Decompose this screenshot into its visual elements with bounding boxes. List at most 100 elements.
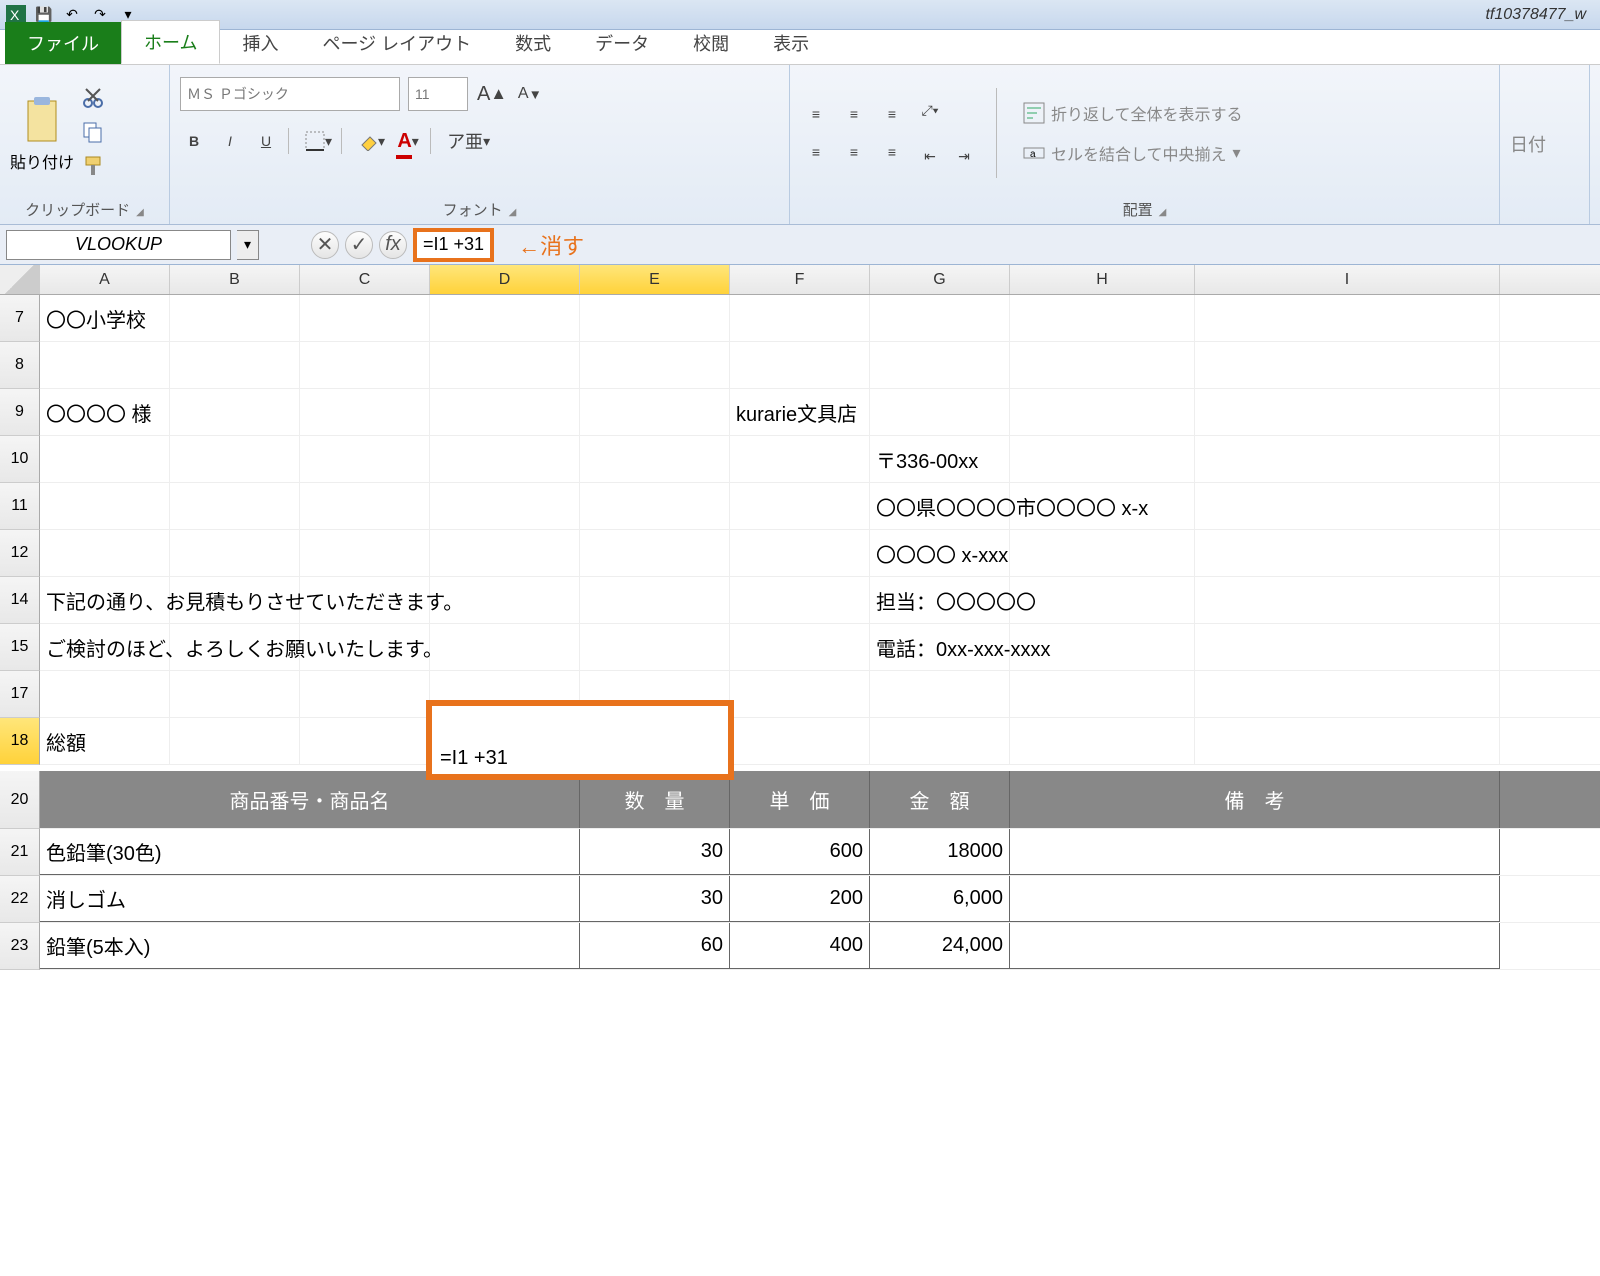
cell[interactable] bbox=[170, 436, 300, 482]
cell[interactable] bbox=[580, 577, 730, 623]
enter-formula-icon[interactable]: ✓ bbox=[345, 231, 373, 259]
cell[interactable]: 〇〇〇〇 x-xxx bbox=[870, 530, 1010, 576]
clipboard-dialog-launcher-icon[interactable]: ◢ bbox=[136, 207, 144, 218]
cell[interactable] bbox=[170, 483, 300, 529]
cell[interactable] bbox=[730, 624, 870, 670]
cell[interactable] bbox=[170, 342, 300, 388]
number-format-hint[interactable]: 日付 bbox=[1510, 71, 1579, 216]
cell[interactable]: 下記の通り、お見積もりさせていただきます。 bbox=[40, 577, 170, 623]
table-cell[interactable]: 6,000 bbox=[870, 876, 1010, 922]
cell[interactable] bbox=[1195, 530, 1500, 576]
tab-review[interactable]: 校閲 bbox=[671, 22, 751, 64]
font-dialog-launcher-icon[interactable]: ◢ bbox=[509, 207, 517, 218]
cell[interactable]: 担当：〇〇〇〇〇 bbox=[870, 577, 1010, 623]
table-cell[interactable] bbox=[1010, 923, 1500, 969]
cell[interactable] bbox=[580, 436, 730, 482]
font-name-combo[interactable]: ＭＳ Ｐゴシック bbox=[180, 77, 400, 111]
cell[interactable] bbox=[430, 483, 580, 529]
cell[interactable] bbox=[430, 295, 580, 341]
cancel-formula-icon[interactable]: ✕ bbox=[311, 231, 339, 259]
col-header-D[interactable]: D bbox=[430, 265, 580, 294]
bold-button[interactable]: B bbox=[180, 125, 208, 157]
table-cell[interactable]: 24,000 bbox=[870, 923, 1010, 969]
row-header[interactable]: 9 bbox=[0, 389, 40, 436]
cell[interactable] bbox=[580, 342, 730, 388]
cell[interactable] bbox=[300, 342, 430, 388]
cell[interactable] bbox=[580, 624, 730, 670]
cell[interactable] bbox=[730, 295, 870, 341]
merge-center-button[interactable]: a セルを結合して中央揃え▾ bbox=[1015, 137, 1251, 169]
table-cell[interactable]: 200 bbox=[730, 876, 870, 922]
cell[interactable] bbox=[1010, 389, 1195, 435]
align-top-icon[interactable]: ≡ bbox=[800, 98, 832, 130]
cell[interactable] bbox=[1195, 436, 1500, 482]
row-header[interactable]: 14 bbox=[0, 577, 40, 624]
cell[interactable] bbox=[430, 530, 580, 576]
cell[interactable] bbox=[1010, 718, 1195, 764]
fill-color-icon[interactable]: ▾ bbox=[357, 125, 386, 157]
table-cell[interactable]: 消しゴム bbox=[40, 876, 580, 922]
tab-home[interactable]: ホーム bbox=[121, 20, 220, 64]
table-header-cell[interactable]: 単 価 bbox=[730, 771, 870, 828]
cell[interactable] bbox=[300, 295, 430, 341]
cell[interactable] bbox=[1010, 530, 1195, 576]
cell[interactable] bbox=[40, 436, 170, 482]
phonetic-icon[interactable]: ア亜▾ bbox=[446, 125, 491, 157]
cell[interactable] bbox=[170, 295, 300, 341]
cell[interactable] bbox=[40, 671, 170, 717]
cell[interactable] bbox=[40, 342, 170, 388]
align-center-icon[interactable]: ≡ bbox=[838, 136, 870, 168]
row-header[interactable]: 7 bbox=[0, 295, 40, 342]
tab-file[interactable]: ファイル bbox=[5, 22, 121, 64]
cell[interactable] bbox=[870, 389, 1010, 435]
cell[interactable] bbox=[730, 342, 870, 388]
alignment-dialog-launcher-icon[interactable]: ◢ bbox=[1159, 207, 1167, 218]
cell[interactable] bbox=[170, 389, 300, 435]
table-header-cell[interactable]: 備 考 bbox=[1010, 771, 1500, 828]
cell[interactable]: 〇〇小学校 bbox=[40, 295, 170, 341]
col-header-C[interactable]: C bbox=[300, 265, 430, 294]
cell[interactable] bbox=[300, 671, 430, 717]
cell[interactable] bbox=[430, 624, 580, 670]
select-all-corner[interactable] bbox=[0, 265, 40, 294]
cell[interactable] bbox=[430, 389, 580, 435]
name-box-dropdown-icon[interactable]: ▾ bbox=[237, 230, 259, 260]
col-header-H[interactable]: H bbox=[1010, 265, 1195, 294]
name-box[interactable]: VLOOKUP bbox=[6, 230, 231, 260]
cell[interactable] bbox=[300, 483, 430, 529]
col-header-G[interactable]: G bbox=[870, 265, 1010, 294]
table-cell[interactable]: 600 bbox=[730, 829, 870, 875]
cell[interactable] bbox=[430, 436, 580, 482]
row-header[interactable]: 10 bbox=[0, 436, 40, 483]
cell[interactable] bbox=[1010, 295, 1195, 341]
table-cell[interactable]: 60 bbox=[580, 923, 730, 969]
active-cell-highlight[interactable]: =I1 +31 bbox=[426, 700, 734, 780]
decrease-font-icon[interactable]: A▼ bbox=[516, 78, 544, 110]
cell[interactable] bbox=[300, 718, 430, 764]
table-cell[interactable]: 18000 bbox=[870, 829, 1010, 875]
tab-data[interactable]: データ bbox=[573, 22, 671, 64]
increase-indent-icon[interactable]: ⇥ bbox=[950, 140, 978, 172]
cell[interactable] bbox=[1195, 389, 1500, 435]
cell[interactable]: 〒336-00xx bbox=[870, 436, 1010, 482]
cell[interactable]: 電話：0xx-xxx-xxxx bbox=[870, 624, 1010, 670]
col-header-F[interactable]: F bbox=[730, 265, 870, 294]
col-header-E[interactable]: E bbox=[580, 265, 730, 294]
cell[interactable] bbox=[170, 530, 300, 576]
cell[interactable] bbox=[430, 342, 580, 388]
cell[interactable]: kurarie文具店 bbox=[730, 389, 870, 435]
border-icon[interactable]: ▾ bbox=[304, 125, 333, 157]
cell[interactable] bbox=[870, 342, 1010, 388]
cell[interactable] bbox=[870, 295, 1010, 341]
table-cell[interactable]: 30 bbox=[580, 876, 730, 922]
row-header[interactable]: 22 bbox=[0, 876, 40, 923]
col-header-B[interactable]: B bbox=[170, 265, 300, 294]
cell[interactable]: 総額 bbox=[40, 718, 170, 764]
cell[interactable] bbox=[730, 483, 870, 529]
cell[interactable] bbox=[1195, 624, 1500, 670]
paste-label[interactable]: 貼り付け bbox=[10, 149, 74, 173]
font-color-icon[interactable]: A▾ bbox=[394, 125, 422, 157]
row-header[interactable]: 8 bbox=[0, 342, 40, 389]
font-size-combo[interactable]: 11 bbox=[408, 77, 468, 111]
table-cell[interactable] bbox=[1010, 876, 1500, 922]
